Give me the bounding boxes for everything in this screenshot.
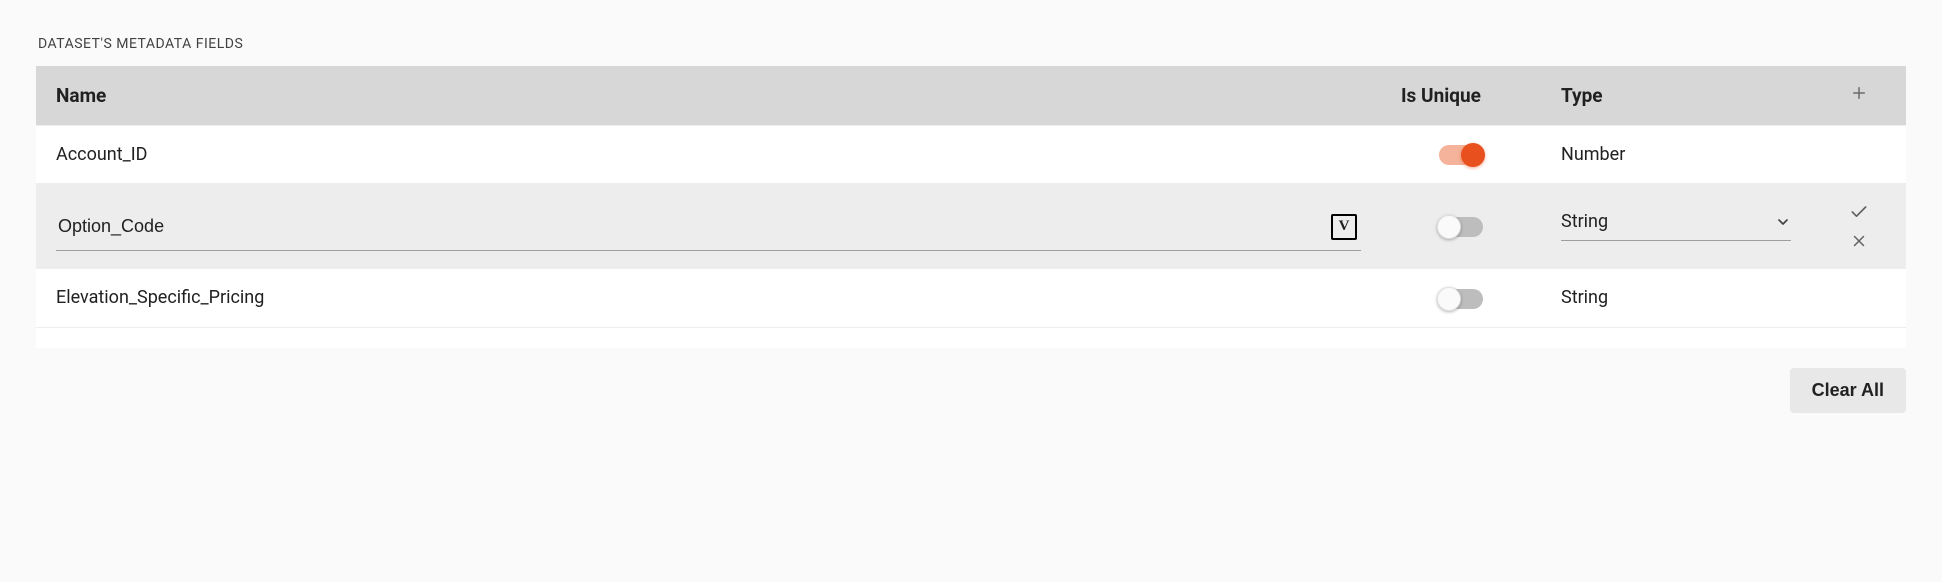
type-cell: Number (1541, 125, 1811, 183)
is-unique-cell (1381, 125, 1541, 183)
table-footer-spacer (36, 327, 1906, 348)
confirm-button[interactable] (1849, 202, 1869, 222)
table-header-row: Name Is Unique Type (36, 66, 1906, 125)
name-cell: V (36, 183, 1381, 268)
table-row: V String (36, 183, 1906, 268)
field-name-input[interactable] (56, 215, 1321, 238)
clear-all-button[interactable]: Clear All (1790, 368, 1906, 413)
chevron-down-icon (1775, 214, 1791, 230)
table-row: Elevation_Specific_Pricing String (36, 268, 1906, 326)
is-unique-cell (1381, 183, 1541, 268)
footer-bar: Clear All (36, 348, 1906, 413)
variable-icon[interactable]: V (1331, 214, 1357, 240)
column-header-actions (1811, 66, 1906, 125)
section-title: DATASET'S METADATA FIELDS (38, 36, 1906, 52)
is-unique-cell (1381, 268, 1541, 326)
name-cell: Account_ID (36, 125, 1381, 183)
is-unique-toggle[interactable] (1439, 289, 1483, 309)
column-header-type: Type (1541, 66, 1811, 125)
type-cell: String (1541, 268, 1811, 326)
plus-icon (1850, 84, 1868, 102)
column-header-name: Name (36, 66, 1381, 125)
field-name-label: Account_ID (56, 144, 147, 165)
is-unique-toggle[interactable] (1439, 217, 1483, 237)
add-field-button[interactable] (1831, 84, 1886, 102)
close-icon (1850, 232, 1868, 250)
name-cell: Elevation_Specific_Pricing (36, 268, 1381, 326)
actions-cell (1811, 183, 1906, 268)
is-unique-toggle[interactable] (1439, 145, 1483, 165)
field-type-selected-label: String (1561, 211, 1608, 232)
actions-cell (1811, 268, 1906, 326)
actions-cell (1811, 125, 1906, 183)
column-header-is-unique: Is Unique (1381, 66, 1541, 125)
cancel-button[interactable] (1850, 232, 1868, 250)
field-name-label: Elevation_Specific_Pricing (56, 287, 264, 308)
toggle-knob (1437, 287, 1461, 311)
toggle-knob (1437, 215, 1461, 239)
toggle-knob (1461, 143, 1485, 167)
field-type-label: String (1561, 287, 1608, 308)
metadata-fields-table: Name Is Unique Type Account_ID (36, 66, 1906, 348)
field-type-select[interactable]: String (1561, 211, 1791, 241)
table-row: Account_ID Number (36, 125, 1906, 183)
type-cell: String (1541, 183, 1811, 268)
field-type-label: Number (1561, 144, 1625, 165)
check-icon (1849, 202, 1869, 222)
